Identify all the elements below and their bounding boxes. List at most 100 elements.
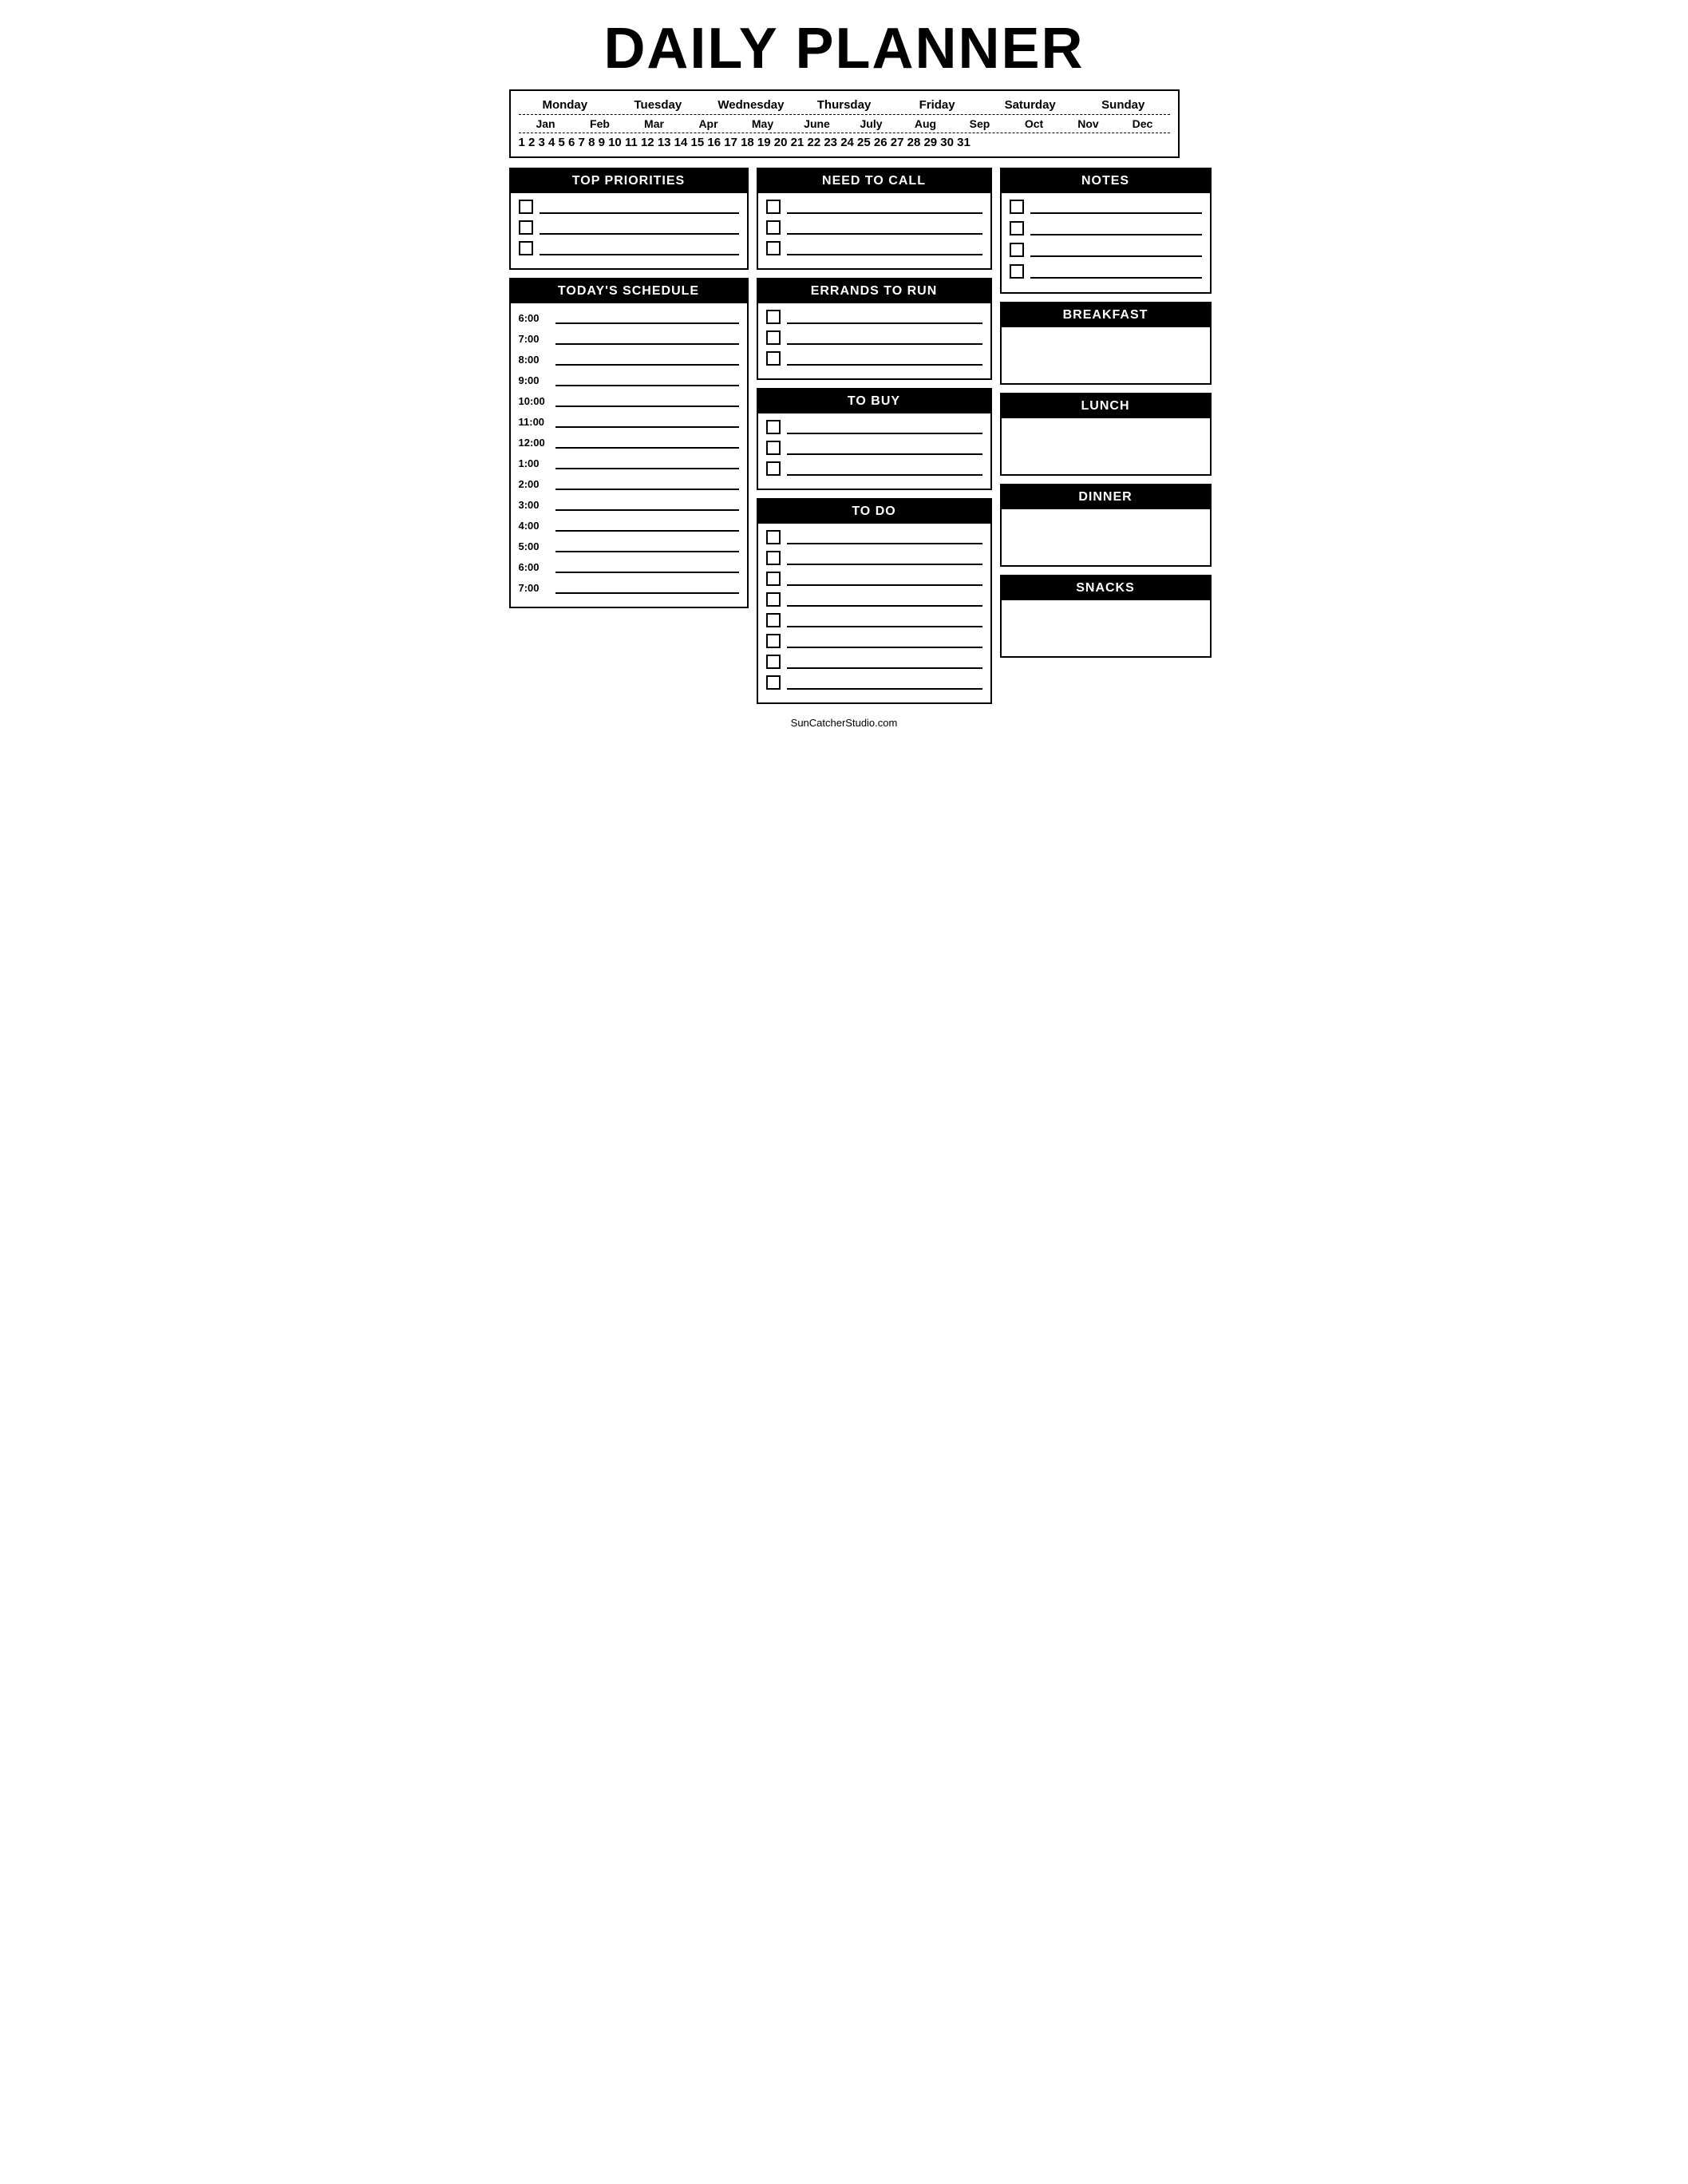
todo-checkbox-8[interactable] (766, 675, 781, 690)
errand-checkbox-2[interactable] (766, 330, 781, 345)
time-label: 5:00 (519, 540, 552, 552)
day-thursday: Thursday (797, 98, 891, 112)
todo-checkbox-6[interactable] (766, 634, 781, 648)
errand-item-3 (766, 351, 982, 366)
schedule-line (555, 580, 739, 594)
time-label: 6:00 (519, 561, 552, 573)
time-label: 7:00 (519, 333, 552, 345)
todo-line-6 (787, 634, 982, 648)
schedule-line (555, 559, 739, 573)
priority-item-1 (519, 200, 739, 214)
priority-checkbox-3[interactable] (519, 241, 533, 255)
errand-checkbox-1[interactable] (766, 310, 781, 324)
call-line-2 (787, 220, 982, 235)
buy-checkbox-1[interactable] (766, 420, 781, 434)
time-label: 11:00 (519, 416, 552, 428)
todo-checkbox-4[interactable] (766, 592, 781, 607)
breakfast-header: BREAKFAST (1002, 303, 1210, 327)
schedule-line (555, 434, 739, 449)
month-apr: Apr (682, 117, 736, 130)
notes-header: NOTES (1002, 169, 1210, 193)
month-aug: Aug (899, 117, 953, 130)
priority-item-3 (519, 241, 739, 255)
to-buy-header: TO BUY (758, 390, 990, 413)
footer: SunCatcherStudio.com (509, 717, 1180, 729)
schedule-time-200: 2:00 (519, 476, 739, 490)
dinner-body (1002, 509, 1210, 565)
note-line-2 (1030, 221, 1202, 235)
todo-item-2 (766, 551, 982, 565)
todo-item-5 (766, 613, 982, 627)
schedule-time-500: 5:00 (519, 538, 739, 552)
month-dec: Dec (1116, 117, 1170, 130)
schedule-box: TODAY'S SCHEDULE 6:00 7:00 8:00 9:00 10:… (509, 278, 749, 608)
dinner-header: DINNER (1002, 485, 1210, 509)
note-item-4 (1010, 264, 1202, 279)
time-label: 6:00 (519, 312, 552, 324)
time-label: 2:00 (519, 478, 552, 490)
errand-line-3 (787, 351, 982, 366)
note-checkbox-3[interactable] (1010, 243, 1024, 257)
schedule-time-1000: 10:00 (519, 393, 739, 407)
to-buy-body (758, 413, 990, 489)
day-monday: Monday (519, 98, 612, 112)
month-june: June (790, 117, 844, 130)
month-jan: Jan (519, 117, 573, 130)
time-label: 8:00 (519, 354, 552, 366)
note-item-1 (1010, 200, 1202, 214)
todo-line-3 (787, 572, 982, 586)
buy-checkbox-3[interactable] (766, 461, 781, 476)
schedule-header: TODAY'S SCHEDULE (511, 279, 747, 303)
need-to-call-header: NEED TO CALL (758, 169, 990, 193)
lunch-header: LUNCH (1002, 394, 1210, 418)
schedule-line (555, 413, 739, 428)
todo-item-6 (766, 634, 982, 648)
todo-item-3 (766, 572, 982, 586)
main-grid: TOP PRIORITIES TODAY'S SCHEDULE (509, 168, 1180, 712)
day-friday: Friday (891, 98, 984, 112)
todo-line-1 (787, 530, 982, 544)
call-checkbox-2[interactable] (766, 220, 781, 235)
note-line-3 (1030, 243, 1202, 257)
call-item-3 (766, 241, 982, 255)
call-checkbox-3[interactable] (766, 241, 781, 255)
schedule-time-1200: 12:00 (519, 434, 739, 449)
date-section: MondayTuesdayWednesdayThursdayFridaySatu… (509, 89, 1180, 158)
priority-checkbox-1[interactable] (519, 200, 533, 214)
todo-line-4 (787, 592, 982, 607)
note-checkbox-1[interactable] (1010, 200, 1024, 214)
note-item-3 (1010, 243, 1202, 257)
schedule-line (555, 517, 739, 532)
errand-line-1 (787, 310, 982, 324)
time-label: 10:00 (519, 395, 552, 407)
priority-checkbox-2[interactable] (519, 220, 533, 235)
todo-checkbox-1[interactable] (766, 530, 781, 544)
buy-line-3 (787, 461, 982, 476)
note-checkbox-2[interactable] (1010, 221, 1024, 235)
months-row: JanFebMarAprMayJuneJulyAugSepOctNovDec (519, 115, 1170, 133)
snacks-header: SNACKS (1002, 576, 1210, 600)
note-checkbox-4[interactable] (1010, 264, 1024, 279)
time-label: 4:00 (519, 520, 552, 532)
schedule-line (555, 455, 739, 469)
lunch-box: LUNCH (1000, 393, 1212, 476)
day-saturday: Saturday (983, 98, 1077, 112)
call-checkbox-1[interactable] (766, 200, 781, 214)
schedule-time-700: 7:00 (519, 330, 739, 345)
todo-checkbox-5[interactable] (766, 613, 781, 627)
errand-checkbox-3[interactable] (766, 351, 781, 366)
priority-line-3 (540, 241, 739, 255)
schedule-time-700: 7:00 (519, 580, 739, 594)
month-feb: Feb (573, 117, 627, 130)
left-column: TOP PRIORITIES TODAY'S SCHEDULE (509, 168, 749, 712)
snacks-body (1002, 600, 1210, 656)
buy-checkbox-2[interactable] (766, 441, 781, 455)
todo-line-7 (787, 655, 982, 669)
todo-checkbox-2[interactable] (766, 551, 781, 565)
errands-header: ERRANDS TO RUN (758, 279, 990, 303)
schedule-line (555, 372, 739, 386)
time-label: 3:00 (519, 499, 552, 511)
notes-body (1002, 193, 1210, 292)
todo-checkbox-7[interactable] (766, 655, 781, 669)
todo-checkbox-3[interactable] (766, 572, 781, 586)
